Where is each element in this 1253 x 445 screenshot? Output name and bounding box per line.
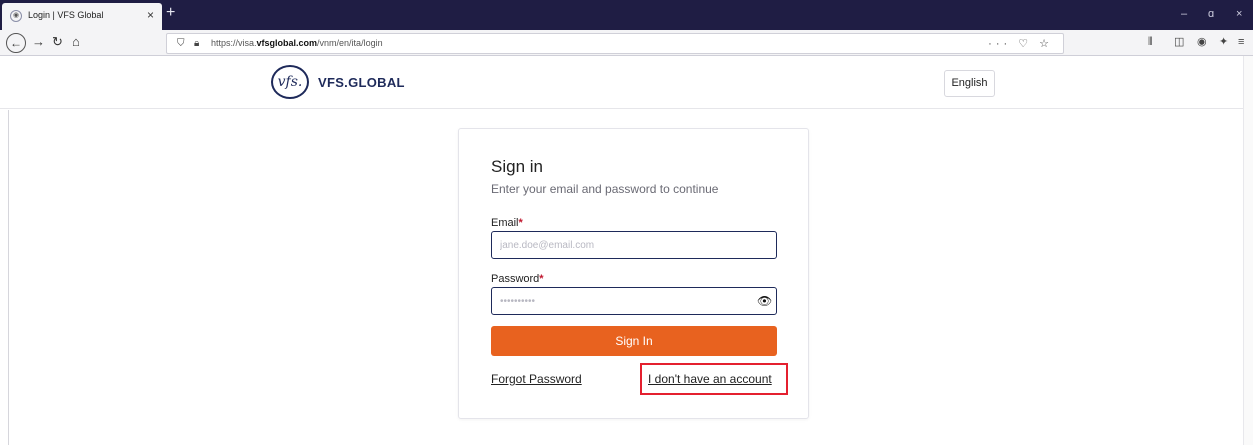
tab-title: Login | VFS Global [28,10,104,20]
password-label-text: Password [491,273,540,285]
password-field[interactable] [491,287,777,315]
home-icon[interactable]: ⌂ [72,33,80,51]
globe-icon: ◉ [10,10,22,22]
eye-icon[interactable]: 👁︎ [757,294,772,308]
sign-in-card: Sign in Enter your email and password to… [458,128,809,419]
vfs-logo-mark[interactable]: vfs. [271,65,309,99]
maximize-icon[interactable]: ɑ [1208,8,1214,20]
scrollbar[interactable] [1243,56,1253,445]
email-label-text: Email [491,217,519,229]
sign-in-subtitle: Enter your email and password to continu… [491,182,719,196]
page-actions[interactable]: ··· ♡ ☆ [988,37,1053,51]
close-tab-icon[interactable]: × [147,8,154,22]
forward-arrow-icon[interactable]: → [32,33,45,51]
browser-tab[interactable]: ◉ Login | VFS Global × [2,3,162,30]
required-asterisk: * [539,273,544,285]
email-field[interactable] [491,231,777,259]
extension-icon[interactable]: ✦ [1219,35,1228,49]
required-asterisk: * [518,217,523,229]
minimize-icon[interactable]: – [1181,8,1187,20]
new-tab-icon[interactable]: + [166,4,175,22]
back-arrow-icon[interactable]: ← [6,33,26,53]
shield-icon[interactable]: ⛉ [177,37,185,51]
address-bar[interactable]: ⛉ 🔒︎ https://visa.vfsglobal.com/vnm/en/i… [166,33,1064,54]
language-button[interactable]: English [944,70,995,97]
sign-in-button[interactable]: Sign In [491,326,777,356]
lock-icon[interactable]: 🔒︎ [194,37,199,51]
sidebar-icon[interactable]: ◫ [1174,35,1184,49]
browser-toolbar: ← → ↻ ⌂ ⛉ 🔒︎ https://visa.vfsglobal.com/… [0,30,1253,56]
forgot-password-link[interactable]: Forgot Password [491,372,582,386]
close-window-icon[interactable]: × [1236,8,1242,20]
browser-tab-strip: ◉ Login | VFS Global × + – ɑ × [0,0,1253,30]
site-header: vfs. VFS.GLOBAL English [0,56,1243,109]
library-icon[interactable]: ⫴ [1148,35,1153,49]
url-text[interactable]: https://visa.vfsglobal.com/vnm/en/ita/lo… [211,38,383,48]
url-scheme: https://visa. [211,38,257,48]
url-domain: vfsglobal.com [256,38,318,48]
url-path: /vnm/en/ita/login [317,38,383,48]
email-label: Email* [491,217,523,229]
vfs-logo-text[interactable]: VFS.GLOBAL [318,75,405,90]
menu-icon[interactable]: ≡ [1238,35,1244,49]
sign-in-title: Sign in [491,157,543,176]
account-icon[interactable]: ◉ [1197,35,1207,49]
no-account-link[interactable]: I don't have an account [648,372,772,386]
page-divider [8,110,9,445]
reload-icon[interactable]: ↻ [52,33,63,51]
password-label: Password* [491,273,544,285]
